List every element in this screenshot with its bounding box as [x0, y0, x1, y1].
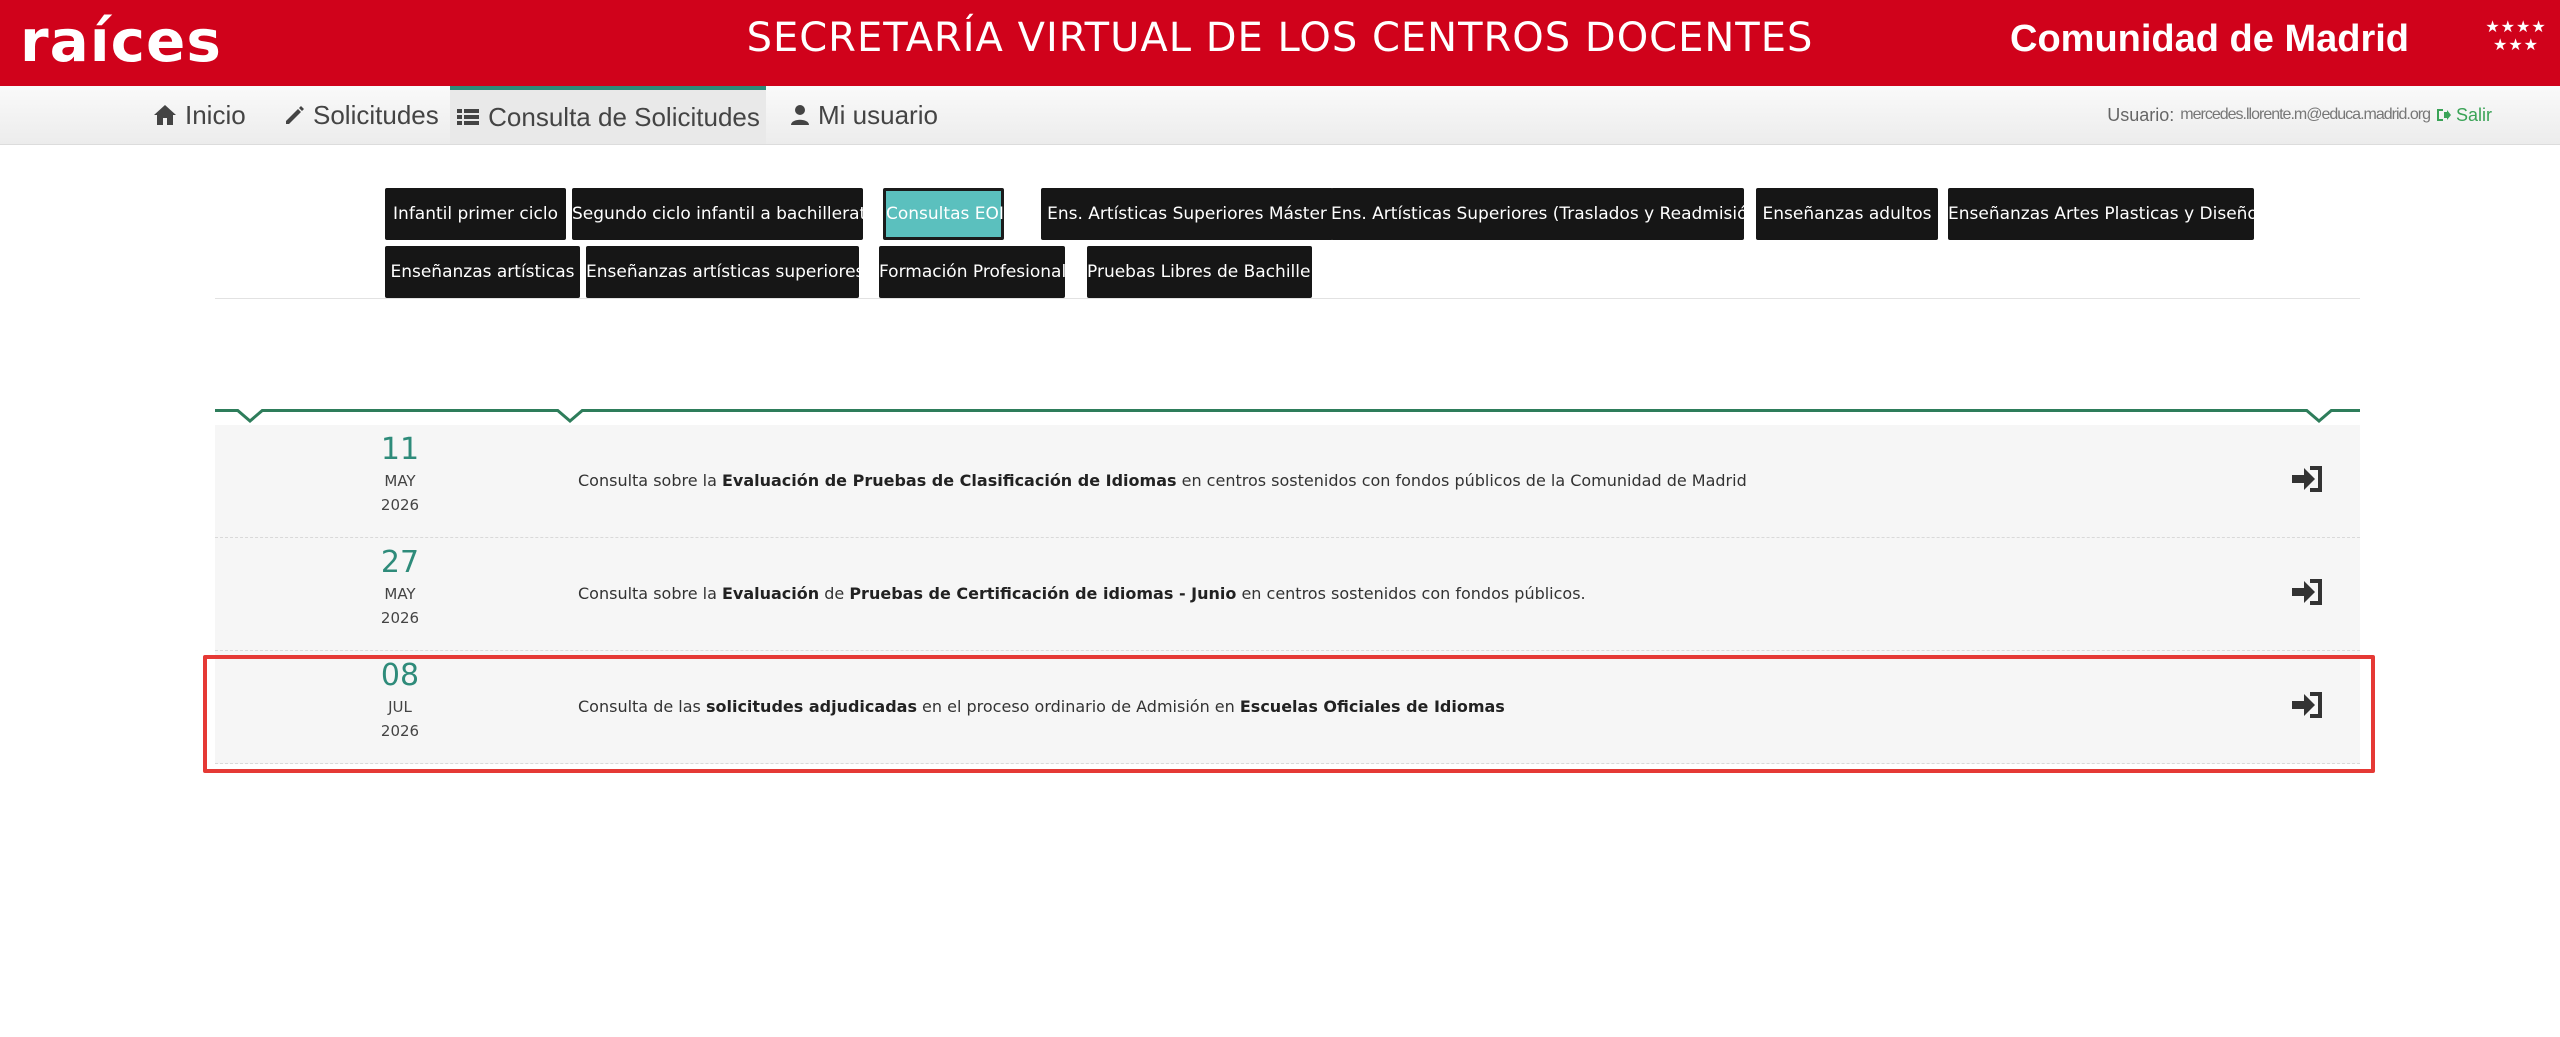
list-item: 27 MAY 2026 Consulta sobre la Evaluación…	[215, 538, 2360, 651]
tab-ensenanzas-artisticas-superiores[interactable]: Enseñanzas artísticas superiores	[586, 246, 864, 298]
top-header: raíces SECRETARÍA VIRTUAL DE LOS CENTROS…	[0, 0, 2560, 86]
tab-consultas-eoi[interactable]: Consultas EOI	[883, 188, 1004, 240]
date-day: 11	[380, 432, 420, 467]
tab-ensenanzas-artisticas[interactable]: Enseñanzas artísticas	[385, 246, 580, 298]
date-month: MAY	[384, 585, 416, 603]
home-icon	[154, 105, 176, 125]
logout-link[interactable]: Salir	[2436, 86, 2492, 144]
tab-ensenanzas-adultos[interactable]: Enseñanzas adultos	[1756, 188, 1938, 240]
user-area: Usuario: mercedes.llorente.m@educa.madri…	[2107, 86, 2492, 144]
desc-part: Consulta sobre la	[578, 471, 722, 490]
brand-name: Comunidad de Madrid	[2010, 18, 2409, 60]
main-nav: Inicio Solicitudes Consulta de Solicitud…	[0, 86, 2560, 145]
highlight-box	[203, 655, 2375, 773]
query-description: Consulta sobre la Evaluación de Pruebas …	[578, 425, 1747, 537]
tab-artes-plasticas[interactable]: Enseñanzas Artes Plasticas y Diseño	[1948, 188, 2258, 240]
desc-part-bold: Evaluación	[721, 584, 820, 603]
desc-part: Consulta sobre la	[578, 584, 722, 603]
nav-item-inicio[interactable]: Inicio	[153, 86, 246, 144]
logout-label: Salir	[2455, 105, 2492, 125]
date-block: 11 MAY 2026	[335, 431, 465, 517]
nav-item-mi-usuario[interactable]: Mi usuario	[790, 86, 938, 144]
tab-ens-artisticas-traslados[interactable]: Ens. Artísticas Superiores (Traslados y …	[1331, 188, 1765, 240]
user-icon	[791, 105, 809, 125]
date-block: 27 MAY 2026	[335, 544, 465, 630]
nav-item-label: Solicitudes	[313, 100, 439, 130]
pencil-icon	[286, 106, 304, 124]
date-year: 2026	[380, 609, 420, 627]
sign-in-icon[interactable]	[2290, 576, 2326, 608]
tab-infantil-primer-ciclo[interactable]: Infantil primer ciclo	[385, 188, 566, 240]
nav-item-solicitudes[interactable]: Solicitudes	[283, 86, 439, 144]
user-name: mercedes.llorente.m@educa.madrid.org	[2180, 106, 2431, 123]
tab-formacion-profesional[interactable]: Formación Profesional	[879, 246, 1066, 298]
sign-in-icon[interactable]	[2290, 463, 2326, 495]
timeline-notch-icon	[2305, 409, 2333, 423]
tabs-divider	[215, 298, 2360, 299]
date-day: 27	[380, 545, 420, 580]
desc-part: en centros sostenidos con fondos público…	[1236, 584, 1586, 603]
timeline-bar	[215, 409, 2360, 412]
desc-part-bold: Evaluación de Pruebas de Clasificación d…	[721, 471, 1177, 490]
raices-logo[interactable]: raíces	[20, 6, 222, 76]
date-year: 2026	[380, 496, 420, 514]
madrid-stars-icon: ★★★★ ★★★	[2485, 17, 2547, 54]
query-description: Consulta sobre la Evaluación de Pruebas …	[578, 538, 1586, 650]
tab-pruebas-libres-bachiller[interactable]: Pruebas Libres de Bachiller	[1087, 246, 1317, 298]
list-icon	[457, 109, 480, 125]
desc-part: de	[819, 584, 850, 603]
timeline-notch-icon	[556, 409, 584, 423]
tab-ens-artisticas-master[interactable]: Ens. Artísticas Superiores Máster	[1041, 188, 1333, 240]
nav-item-label: Mi usuario	[818, 100, 938, 130]
timeline-notch-icon	[236, 409, 264, 423]
list-item: 11 MAY 2026 Consulta sobre la Evaluación…	[215, 425, 2360, 538]
logout-icon	[2436, 109, 2451, 121]
nav-item-consulta-solicitudes[interactable]: Consulta de Solicitudes	[450, 86, 766, 144]
nav-item-label: Consulta de Solicitudes	[488, 102, 760, 132]
nav-item-label: Inicio	[185, 100, 246, 130]
date-month: MAY	[384, 472, 416, 490]
user-label: Usuario:	[2107, 105, 2175, 125]
site-title: SECRETARÍA VIRTUAL DE LOS CENTROS DOCENT…	[746, 15, 1814, 61]
desc-part-bold: Pruebas de Certificación de idiomas - Ju…	[849, 584, 1237, 603]
tab-segundo-ciclo[interactable]: Segundo ciclo infantil a bachillerato	[572, 188, 877, 240]
desc-part: en centros sostenidos con fondos público…	[1176, 471, 1747, 490]
